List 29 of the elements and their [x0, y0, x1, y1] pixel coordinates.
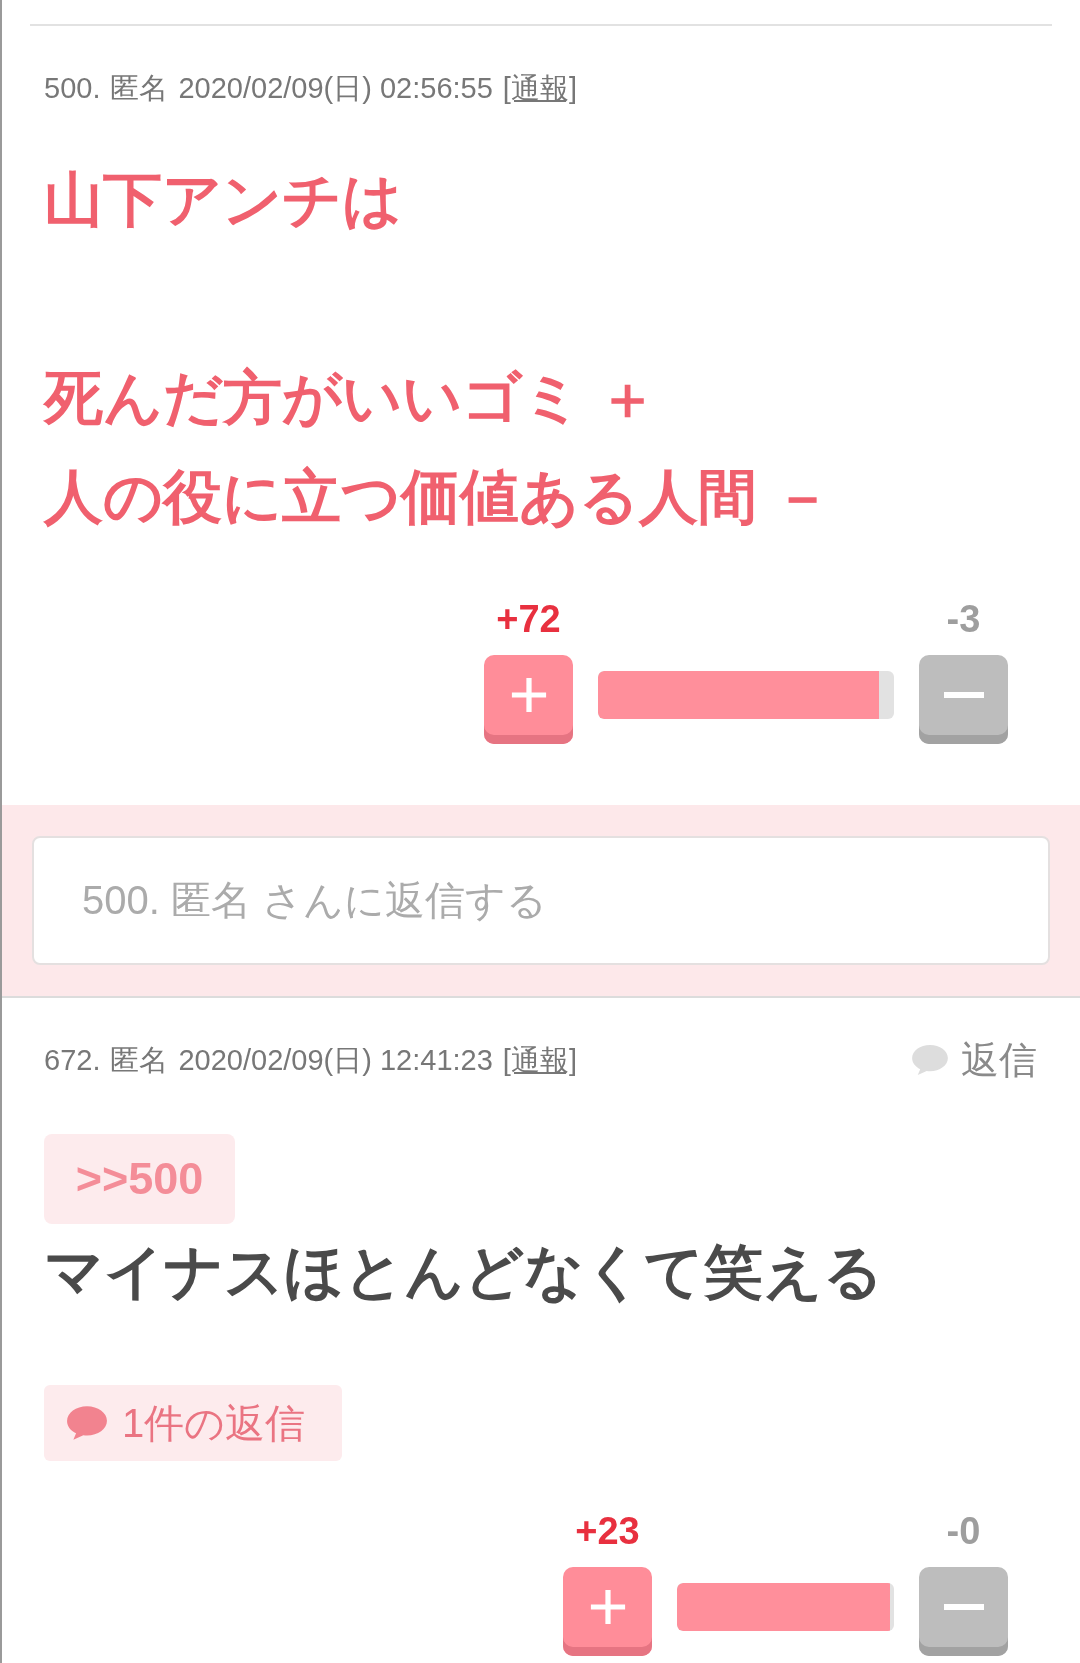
quote-anchor-link[interactable]: >>500 [44, 1134, 235, 1224]
reply-link[interactable]: 返信 [911, 1039, 1037, 1081]
minus-icon [943, 1604, 984, 1610]
author-name: 匿名 [110, 71, 169, 106]
plus-vote-button[interactable] [484, 655, 573, 744]
comment-number: 672. [44, 1043, 101, 1078]
reply-input[interactable]: 500. 匿名 さんに返信する [32, 836, 1050, 965]
minus-vote-button[interactable] [919, 655, 1008, 744]
minus-count: -0 [946, 1511, 981, 1551]
comment-text: マイナスほとんどなくて笑える [44, 1238, 884, 1307]
comment-text: 山下アンチは [44, 166, 403, 235]
plus-count: +72 [496, 599, 561, 639]
replies-button[interactable]: 1件の返信 [44, 1385, 342, 1461]
speech-bubble-icon [911, 1044, 949, 1076]
minus-vote-button[interactable] [919, 1567, 1008, 1656]
report-link[interactable]: [通報] [502, 70, 577, 106]
post-datetime: 2020/02/09(日) 02:56:55 [178, 71, 493, 106]
minus-icon [943, 692, 984, 698]
plus-icon [588, 1588, 627, 1626]
report-link[interactable]: [通報] [502, 1042, 577, 1078]
plus-vote-button[interactable] [563, 1567, 652, 1656]
comment-text: 死んだ方がいいゴミ ＋ 人の役に立つ価値ある人間 － [44, 364, 834, 532]
comment-number: 500. [44, 71, 101, 106]
post-datetime: 2020/02/09(日) 12:41:23 [178, 1043, 493, 1078]
plus-icon [509, 676, 548, 714]
author-name: 匿名 [110, 1043, 169, 1078]
plus-count: +23 [575, 1511, 640, 1551]
minus-count: -3 [946, 599, 981, 639]
speech-bubble-icon [66, 1405, 108, 1441]
